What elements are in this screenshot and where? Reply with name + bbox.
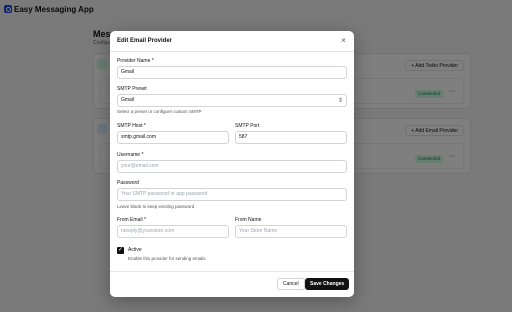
- password-hint: Leave blank to keep existing password: [117, 204, 195, 209]
- from-email-label: From Email *: [117, 217, 146, 223]
- username-label: Username *: [117, 152, 144, 158]
- active-checkbox[interactable]: ✓: [117, 247, 124, 254]
- footer-divider: [110, 271, 354, 272]
- from-name-input[interactable]: Your Store Name: [235, 225, 347, 238]
- cancel-button[interactable]: Cancel: [277, 278, 305, 290]
- smtp-preset-select[interactable]: Gmail ⇕: [117, 94, 347, 107]
- from-name-label: From Name: [235, 217, 262, 223]
- smtp-port-label: SMTP Port: [235, 123, 260, 129]
- header-divider: [110, 51, 354, 52]
- active-label: Active: [128, 247, 142, 253]
- password-label: Password: [117, 180, 139, 186]
- password-input[interactable]: Your SMTP password or app password: [117, 188, 347, 201]
- from-email-input[interactable]: noreply@yourstore.com: [117, 225, 229, 238]
- provider-name-input[interactable]: Gmail: [117, 66, 347, 79]
- username-input[interactable]: your@email.com: [117, 160, 347, 173]
- chevron-up-down-icon: ⇕: [337, 98, 343, 104]
- smtp-preset-label: SMTP Preset: [117, 86, 147, 92]
- close-icon[interactable]: ×: [339, 36, 348, 45]
- provider-name-label: Provider Name *: [117, 58, 154, 64]
- dialog-title: Edit Email Provider: [117, 38, 173, 44]
- smtp-port-input[interactable]: 587: [235, 131, 347, 144]
- save-changes-button[interactable]: Save Changes: [305, 278, 350, 290]
- active-hint: Enable this provider for sending emails: [128, 256, 206, 261]
- smtp-host-label: SMTP Host *: [117, 123, 146, 129]
- edit-email-provider-dialog: Edit Email Provider × Provider Name * Gm…: [110, 31, 354, 297]
- smtp-preset-value: Gmail: [121, 97, 135, 103]
- smtp-preset-hint: Select a preset or configure custom SMTP: [117, 109, 202, 114]
- smtp-host-input[interactable]: smtp.gmail.com: [117, 131, 229, 144]
